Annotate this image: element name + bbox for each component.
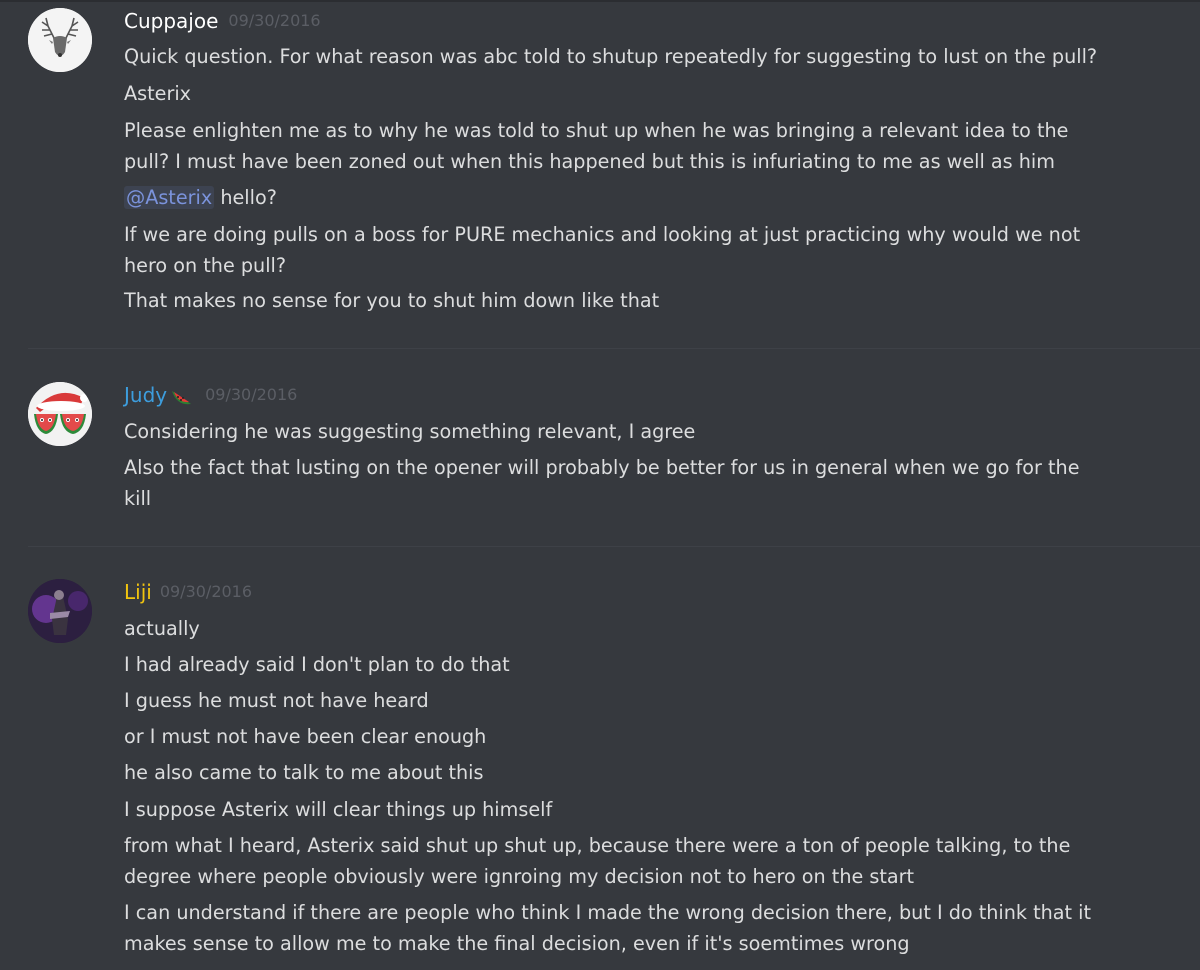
- username[interactable]: Cuppajoe: [124, 8, 218, 34]
- message-line: from what I heard, Asterix said shut up …: [124, 834, 1071, 857]
- message-line: I can understand if there are people who…: [124, 901, 1092, 924]
- message-line: pull? I must have been zoned out when th…: [124, 150, 1055, 173]
- timestamp: 09/30/2016: [228, 11, 321, 30]
- message-header: Cuppajoe 09/30/2016: [124, 8, 321, 34]
- message-text: hello?: [220, 186, 277, 209]
- message-line: makes sense to allow me to make the fina…: [124, 932, 910, 955]
- message-line: or I must not have been clear enough: [124, 725, 487, 748]
- character-avatar-icon: [28, 579, 92, 643]
- message-line: I guess he must not have heard: [124, 689, 429, 712]
- message-line: Considering he was suggesting something …: [124, 420, 696, 443]
- timestamp: 09/30/2016: [205, 385, 298, 404]
- message-line: Asterix: [124, 82, 192, 105]
- message-header: Liji 09/30/2016: [124, 579, 252, 605]
- message-line: kill: [124, 487, 152, 510]
- message-line: That makes no sense for you to shut him …: [124, 289, 660, 312]
- username[interactable]: Judy: [124, 382, 167, 408]
- message-line: Quick question. For what reason was abc …: [124, 45, 1098, 68]
- message-line: actually: [124, 617, 200, 640]
- avatar[interactable]: [28, 8, 92, 72]
- message-line: Also the fact that lusting on the opener…: [124, 456, 1080, 479]
- message-line: I had already said I don't plan to do th…: [124, 653, 510, 676]
- message-line: If we are doing pulls on a boss for PURE…: [124, 223, 1081, 246]
- message-divider: [28, 348, 1200, 349]
- avatar[interactable]: [28, 382, 92, 446]
- username[interactable]: Liji: [124, 579, 152, 605]
- message-divider: [28, 546, 1200, 547]
- watermelon-icon: [169, 382, 195, 408]
- top-edge: [0, 0, 1200, 2]
- message-line: Please enlighten me as to why he was tol…: [124, 119, 1069, 142]
- message-line: I suppose Asterix will clear things up h…: [124, 798, 553, 821]
- message-line: @Asterix hello?: [124, 182, 1134, 213]
- deer-avatar-icon: [28, 8, 92, 72]
- watermelon-santa-avatar-icon: [28, 382, 92, 446]
- message-line: he also came to talk to me about this: [124, 761, 484, 784]
- message-header: Judy 09/30/2016: [124, 382, 297, 408]
- message-line: degree where people obviously were ignro…: [124, 865, 915, 888]
- user-mention[interactable]: @Asterix: [124, 186, 215, 209]
- timestamp: 09/30/2016: [159, 582, 253, 601]
- avatar[interactable]: [28, 579, 92, 643]
- message-line: hero on the pull?: [124, 254, 287, 277]
